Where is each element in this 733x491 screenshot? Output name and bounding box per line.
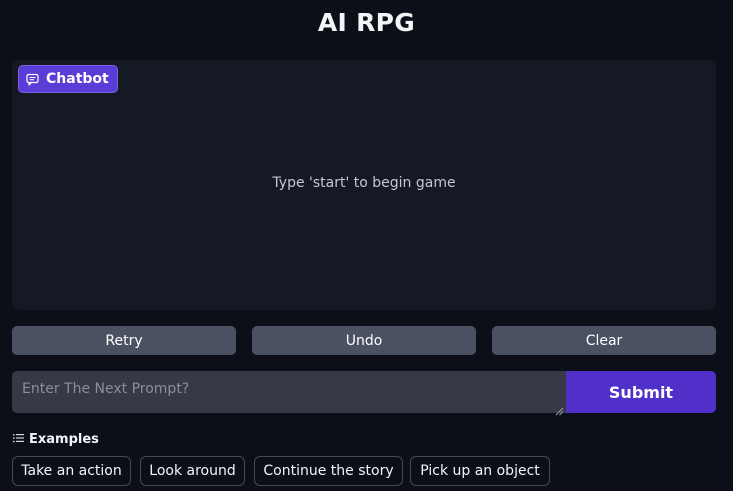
- submit-button[interactable]: Submit: [566, 371, 716, 413]
- retry-button[interactable]: Retry: [12, 326, 236, 355]
- undo-button[interactable]: Undo: [252, 326, 476, 355]
- list-icon: [13, 432, 24, 447]
- example-continue-the-story[interactable]: Continue the story: [254, 456, 403, 486]
- page-title: AI RPG: [317, 8, 416, 37]
- example-pick-up-an-object[interactable]: Pick up an object: [410, 456, 550, 486]
- action-button-row: Retry Undo Clear: [12, 326, 716, 355]
- clear-button[interactable]: Clear: [492, 326, 716, 355]
- examples-heading-label: Examples: [29, 431, 99, 447]
- prompt-row: Submit: [12, 371, 716, 416]
- resize-handle-icon[interactable]: [554, 401, 564, 416]
- chat-bubble-icon: [26, 73, 39, 86]
- chatbot-empty-message: Type 'start' to begin game: [272, 175, 456, 191]
- app-page: AI RPG Chatbot Type 'start' to begin gam…: [0, 0, 733, 491]
- examples-heading: Examples: [13, 430, 99, 448]
- chatbot-label-badge: Chatbot: [18, 65, 118, 93]
- chatbot-label: Chatbot: [46, 71, 109, 87]
- example-take-an-action[interactable]: Take an action: [12, 456, 131, 486]
- chatbot-panel: Chatbot Type 'start' to begin game: [12, 60, 716, 310]
- example-look-around[interactable]: Look around: [140, 456, 245, 486]
- prompt-input[interactable]: [12, 371, 566, 413]
